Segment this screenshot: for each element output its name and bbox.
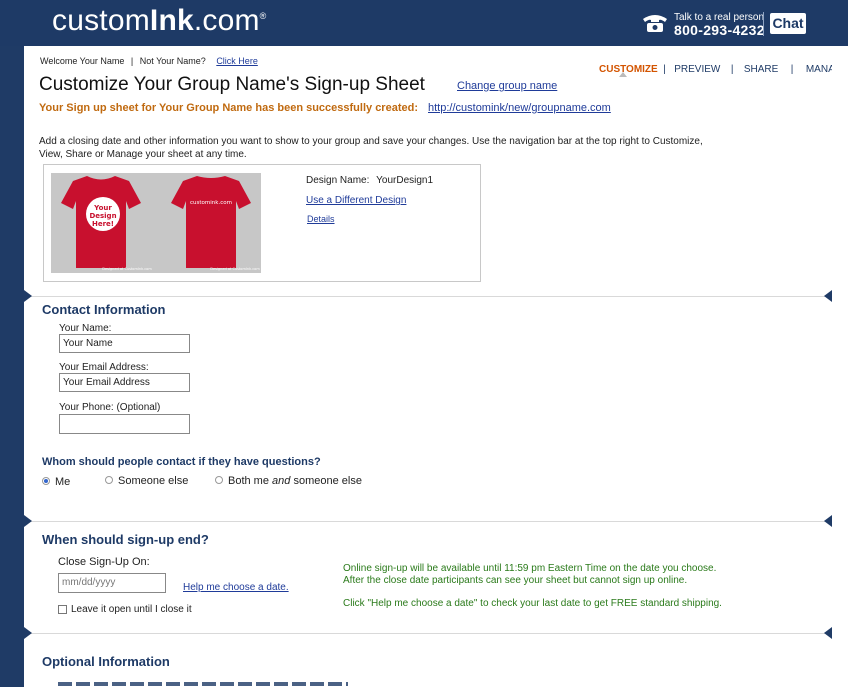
active-nav-indicator xyxy=(619,72,627,77)
leave-open-label: Leave it open until I close it xyxy=(71,604,192,615)
close-date-input[interactable]: mm/dd/yyyy xyxy=(58,573,166,593)
cut-off-question xyxy=(58,682,348,687)
section-divider xyxy=(24,296,832,297)
chat-button[interactable]: Chat xyxy=(770,13,806,34)
sheet-nav: CUSTOMIZE | PREVIEW | SHARE | MANAGE xyxy=(599,59,848,77)
phone-number: 800-293-4232 xyxy=(674,22,765,38)
tshirt-illustration: Your Design Here! customink.com Designed… xyxy=(61,176,260,271)
phone-icon xyxy=(643,15,667,32)
email-input[interactable]: Your Email Address xyxy=(59,373,190,392)
svg-text:Designed at CustomInk.com: Designed at CustomInk.com xyxy=(210,267,260,271)
success-message: Your Sign up sheet for Your Group Name h… xyxy=(39,102,418,114)
radio-me[interactable] xyxy=(42,477,50,485)
nav-customize[interactable]: CUSTOMIZE xyxy=(599,64,658,75)
nav-sep: | xyxy=(730,64,734,75)
customink-logo[interactable]: customInk.com® xyxy=(52,4,267,38)
header-divider xyxy=(763,12,764,36)
svg-text:customink.com: customink.com xyxy=(190,200,232,206)
section-divider xyxy=(24,633,832,634)
nav-preview[interactable]: PREVIEW xyxy=(674,64,720,75)
radio-someone-else-label: Someone else xyxy=(118,475,189,487)
welcome-bar: Welcome Your Name | Not Your Name? Click… xyxy=(40,56,258,66)
main-content: Welcome Your Name | Not Your Name? Click… xyxy=(24,46,848,687)
page-title: Customize Your Group Name's Sign-up Shee… xyxy=(39,74,425,95)
section-marker-right xyxy=(824,515,832,527)
radio-both-label: Both me and someone else xyxy=(228,475,362,487)
radio-someone-else[interactable] xyxy=(105,476,113,484)
radio-both[interactable] xyxy=(215,476,223,484)
sheet-url-link[interactable]: http://customink/new/groupname.com xyxy=(428,102,611,114)
right-margin xyxy=(832,46,848,687)
design-name-value: YourDesign1 xyxy=(376,175,434,186)
phone-label: Your Phone: (Optional) xyxy=(59,402,161,413)
section-marker-right xyxy=(824,627,832,639)
change-group-name-link[interactable]: Change group name xyxy=(457,80,557,92)
nav-share[interactable]: SHARE xyxy=(744,64,778,75)
use-different-design-link[interactable]: Use a Different Design xyxy=(306,195,406,206)
svg-text:Design: Design xyxy=(89,212,116,220)
svg-text:Your: Your xyxy=(93,204,112,212)
site-header: customInk.com® Talk to a real person 800… xyxy=(0,0,848,46)
design-details-link[interactable]: Details xyxy=(307,214,335,224)
contact-section-title: Contact Information xyxy=(42,302,166,317)
help-choose-date-link[interactable]: Help me choose a date. xyxy=(183,582,289,593)
signup-info-line2: After the close date participants can se… xyxy=(343,575,688,586)
svg-text:Designed at CustomInk.com: Designed at CustomInk.com xyxy=(102,267,152,271)
section-marker-left xyxy=(24,515,32,527)
welcome-text: Welcome Your Name xyxy=(40,56,125,66)
nav-sep: | xyxy=(790,64,794,75)
design-name: Design Name: YourDesign1 xyxy=(306,175,433,186)
not-you-text: Not Your Name? xyxy=(139,56,206,66)
click-here-link[interactable]: Click Here xyxy=(216,56,258,66)
section-divider xyxy=(24,521,832,522)
signup-end-title: When should sign-up end? xyxy=(42,532,209,547)
section-marker-left xyxy=(24,290,32,302)
close-signup-label: Close Sign-Up On: xyxy=(58,556,150,568)
phone-input[interactable] xyxy=(59,414,190,434)
design-box: Your Design Here! customink.com Designed… xyxy=(43,164,481,282)
your-name-input[interactable]: Your Name xyxy=(59,334,190,353)
signup-info-line1: Online sign-up will be available until 1… xyxy=(343,563,717,574)
email-label: Your Email Address: xyxy=(59,362,149,373)
intro-text: Add a closing date and other information… xyxy=(39,136,703,160)
design-preview-image: Your Design Here! customink.com Designed… xyxy=(51,173,261,273)
svg-text:Here!: Here! xyxy=(92,220,114,228)
nav-sep: | xyxy=(663,64,666,75)
welcome-sep: | xyxy=(130,56,134,66)
leave-open-checkbox[interactable] xyxy=(58,605,67,614)
radio-me-label: Me xyxy=(55,476,71,488)
left-border xyxy=(0,0,24,687)
contact-question: Whom should people contact if they have … xyxy=(42,456,321,468)
signup-info-line3: Click "Help me choose a date" to check y… xyxy=(343,598,722,609)
section-marker-left xyxy=(24,627,32,639)
optional-section-title: Optional Information xyxy=(42,654,170,669)
design-name-label: Design Name: xyxy=(306,175,370,186)
your-name-label: Your Name: xyxy=(59,323,112,334)
section-marker-right xyxy=(824,290,832,302)
